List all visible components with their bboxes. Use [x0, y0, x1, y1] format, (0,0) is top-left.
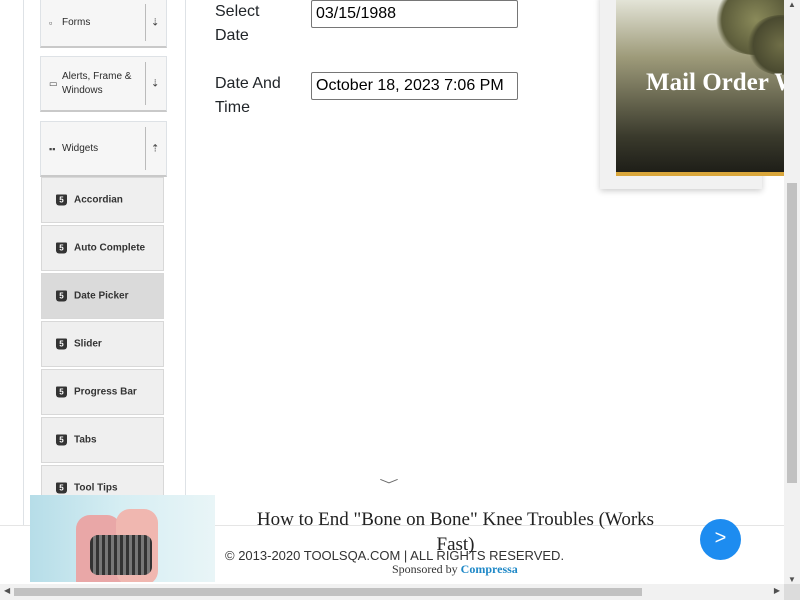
divider	[145, 62, 146, 105]
sidebar-item-label: Tabs	[74, 434, 97, 446]
sidebar-item-label: Date Picker	[74, 290, 129, 302]
date-time-input[interactable]	[311, 72, 518, 100]
select-date-input[interactable]	[311, 0, 518, 28]
scroll-right-arrow-icon[interactable]: ▶	[774, 586, 780, 595]
sidebar-item-date-picker[interactable]: 5 Date Picker	[41, 273, 164, 319]
group-header-forms[interactable]: ▫ Forms ⇣	[40, 0, 167, 48]
expand-arrow-icon[interactable]: ⇣	[151, 78, 159, 89]
sidebar-item-label: Progress Bar	[74, 386, 137, 398]
sidebar-item-slider[interactable]: 5 Slider	[41, 321, 164, 367]
html5-icon: 5	[56, 434, 67, 446]
sponsor-link[interactable]: Compressa	[461, 562, 518, 576]
scroll-down-arrow-icon[interactable]: ▼	[788, 575, 796, 584]
ad-thumbnail-image[interactable]	[30, 495, 215, 582]
widgets-icon: ▪▪	[49, 143, 56, 154]
group-label: Forms	[62, 16, 91, 28]
group-label: Widgets	[62, 142, 99, 154]
scroll-up-arrow-icon[interactable]: ▲	[788, 0, 796, 9]
next-ad-button[interactable]: >	[700, 519, 741, 560]
group-header-widgets[interactable]: ▪▪ Widgets ⇡	[40, 121, 167, 177]
html5-icon: 5	[56, 386, 67, 398]
vertical-scrollbar[interactable]: ▲ ▼	[784, 0, 800, 584]
html5-icon: 5	[56, 242, 67, 254]
select-date-label: Select Date	[215, 3, 260, 44]
sidebar-item-label: Tool Tips	[74, 482, 118, 494]
sidebar-item-label: Accordian	[74, 194, 123, 206]
sidebar-item-tabs[interactable]: 5 Tabs	[41, 417, 164, 463]
vertical-scroll-thumb[interactable]	[787, 183, 797, 483]
sidebar-item-label: Auto Complete	[74, 242, 146, 254]
copyright-text: © 2013-2020 TOOLSQA.COM | ALL RIGHTS RES…	[225, 548, 565, 563]
sponsored-prefix: Sponsored by	[392, 562, 458, 576]
html5-icon: 5	[56, 290, 67, 302]
side-ad-title: Mail Order W Real Thing, Amazi	[646, 69, 800, 96]
html5-icon: 5	[56, 338, 67, 350]
sidebar-item-progress-bar[interactable]: 5 Progress Bar	[41, 369, 164, 415]
html5-icon: 5	[56, 194, 67, 206]
form-icon: ▫	[49, 17, 53, 28]
group-label: Alerts, Frame & Windows	[62, 70, 132, 96]
horizontal-scrollbar[interactable]: ◀ ▶	[0, 584, 784, 600]
group-header-alerts[interactable]: ▭ Alerts, Frame & Windows ⇣	[40, 56, 167, 112]
scrollbar-corner	[784, 584, 800, 600]
date-time-label: Date And Time	[215, 75, 281, 116]
sidebar-item-auto-complete[interactable]: 5 Auto Complete	[41, 225, 164, 271]
expand-arrow-icon[interactable]: ⇣	[151, 17, 159, 28]
sponsored-line: Sponsored by Compressa	[392, 562, 518, 577]
knee-brace-shape	[90, 535, 152, 575]
collapse-arrow-icon[interactable]: ⇡	[151, 143, 159, 154]
side-ad-image[interactable]: Mail Order W Real Thing, Amazi	[616, 0, 800, 176]
sidebar-item-label: Slider	[74, 338, 102, 350]
window-icon: ▭	[49, 78, 58, 88]
horizontal-scroll-thumb[interactable]	[14, 588, 642, 596]
divider	[145, 127, 146, 170]
sidebar-item-accordian[interactable]: 5 Accordian	[41, 177, 164, 223]
chevron-down-icon[interactable]: ﹀	[379, 476, 398, 493]
divider	[145, 4, 146, 41]
html5-icon: 5	[56, 482, 67, 494]
scroll-left-arrow-icon[interactable]: ◀	[4, 586, 10, 595]
